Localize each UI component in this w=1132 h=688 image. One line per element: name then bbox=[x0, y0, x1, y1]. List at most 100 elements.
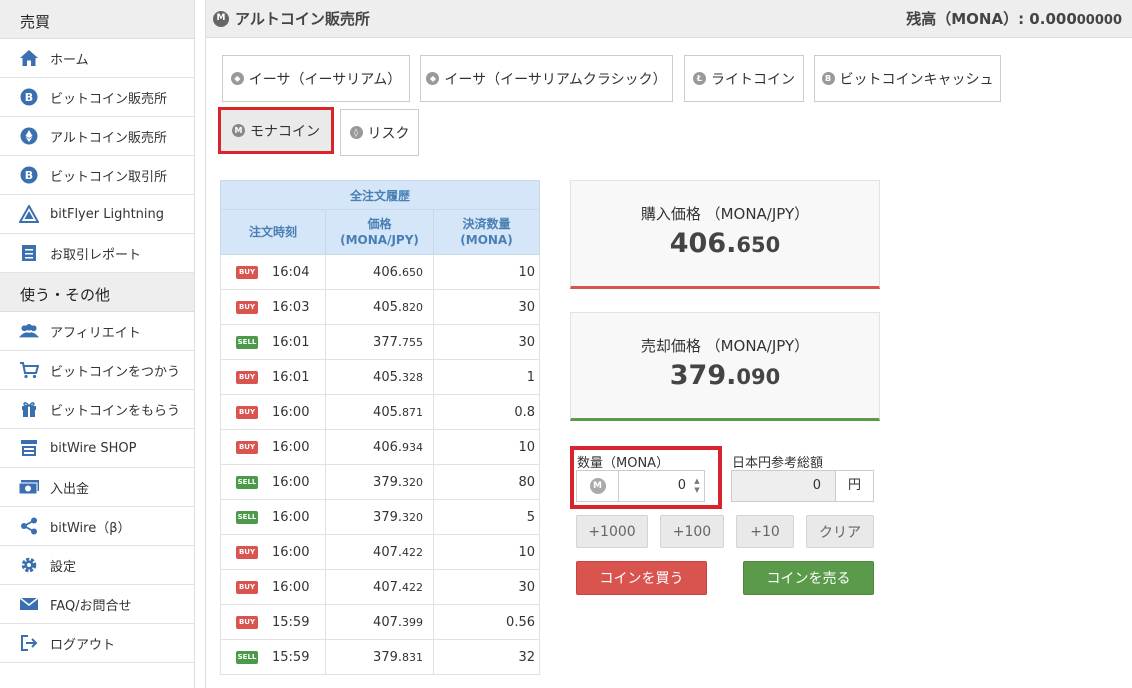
clear-button[interactable]: クリア bbox=[806, 515, 874, 548]
tab-ethereum-classic[interactable]: ◆ イーサ（イーサリアムクラシック） bbox=[420, 55, 673, 102]
order-price-frac: 320 bbox=[402, 475, 423, 489]
sell-price-value: 379.090 bbox=[571, 360, 879, 391]
users-icon bbox=[18, 320, 40, 342]
table-row: SELL 16:01 377.755 30 bbox=[220, 324, 540, 360]
col-time-label: 注文時刻 bbox=[248, 225, 297, 239]
order-price-int: 406. bbox=[373, 439, 402, 455]
tab-bitcoin-cash[interactable]: B ビットコインキャッシュ bbox=[814, 55, 1001, 102]
home-icon bbox=[18, 47, 40, 69]
sidebar-item-logout[interactable]: ログアウト bbox=[0, 624, 194, 663]
tab-ethereum[interactable]: ◆ イーサ（イーサリアム） bbox=[222, 55, 410, 102]
bitcoin-icon: B bbox=[18, 164, 40, 186]
buy-price-int: 406. bbox=[669, 228, 737, 259]
order-price-cell: 379.320 bbox=[325, 499, 434, 535]
sidebar-item-lightning[interactable]: bitFlyer Lightning bbox=[0, 195, 194, 234]
sell-coin-button[interactable]: コインを売る bbox=[743, 561, 874, 595]
tab-label: イーサ（イーサリアムクラシック） bbox=[444, 71, 667, 88]
order-time-cell: BUY 16:00 bbox=[220, 429, 326, 465]
quantity-stepper[interactable]: M 0 ▲ ▼ bbox=[576, 470, 705, 502]
plus-10-button[interactable]: +10 bbox=[736, 515, 794, 548]
ethereum-icon bbox=[18, 125, 40, 147]
order-price-frac: 328 bbox=[402, 370, 423, 384]
tab-label: ライトコイン bbox=[711, 71, 795, 88]
tab-litecoin[interactable]: Ł ライトコイン bbox=[684, 55, 804, 102]
table-row: BUY 15:59 407.399 0.56 bbox=[220, 604, 540, 640]
order-time-cell: BUY 15:59 bbox=[220, 604, 326, 640]
order-qty: 32 bbox=[433, 639, 540, 675]
order-price-cell: 407.422 bbox=[325, 534, 434, 570]
order-time-cell: BUY 16:00 bbox=[220, 569, 326, 605]
sidebar-item-home[interactable]: ホーム bbox=[0, 39, 194, 78]
sidebar-item-bitwire-shop[interactable]: bitWire SHOP bbox=[0, 429, 194, 468]
monacoin-icon: M bbox=[213, 10, 229, 27]
spin-down-icon[interactable]: ▼ bbox=[694, 486, 699, 495]
col-qty-label: 決済数量 bbox=[462, 217, 511, 231]
buy-price-label: 購入価格 （MONA/JPY） bbox=[640, 205, 810, 223]
sidebar-item-deposit-withdraw[interactable]: 入出金 bbox=[0, 468, 194, 507]
jpy-unit: 円 bbox=[835, 471, 873, 501]
sidebar-item-label: ビットコイン取引所 bbox=[50, 169, 168, 185]
spin-up-icon[interactable]: ▲ bbox=[694, 477, 699, 486]
order-time-cell: BUY 16:00 bbox=[220, 394, 326, 430]
order-qty: 30 bbox=[433, 324, 540, 360]
sidebar-item-faq[interactable]: FAQ/お問合せ bbox=[0, 585, 194, 624]
side-badge: SELL bbox=[236, 475, 258, 489]
page-title: アルトコイン販売所 bbox=[235, 10, 370, 28]
plus-1000-button[interactable]: +1000 bbox=[576, 515, 648, 548]
sidebar-item-settings[interactable]: 設定 bbox=[0, 546, 194, 585]
sidebar-item-label: 入出金 bbox=[50, 481, 90, 497]
sell-price-frac: 090 bbox=[736, 365, 781, 389]
quantity-input[interactable]: 0 bbox=[619, 471, 690, 501]
money-icon bbox=[18, 476, 40, 498]
order-history-table: 全注文履歴 注文時刻 価格 (MONA/JPY) 決済数量 (MONA) BUY 16… bbox=[220, 180, 540, 675]
order-qty: 30 bbox=[433, 289, 540, 325]
order-price-frac: 650 bbox=[402, 265, 423, 279]
table-row: SELL 15:59 379.831 32 bbox=[220, 639, 540, 675]
sidebar: 売買 ホーム B ビットコイン販売所 アルトコイン販売所 B ビットコイン取引所… bbox=[0, 0, 195, 688]
order-qty: 1 bbox=[433, 359, 540, 395]
gear-icon bbox=[18, 554, 40, 576]
order-qty: 80 bbox=[433, 464, 540, 500]
sidebar-item-bitwire[interactable]: bitWire（β） bbox=[0, 507, 194, 546]
quantity-spinner[interactable]: ▲ ▼ bbox=[690, 471, 704, 501]
order-price-frac: 399 bbox=[402, 615, 423, 629]
order-time-cell: SELL 16:00 bbox=[220, 499, 326, 535]
balance-small: 00000 bbox=[1076, 13, 1122, 28]
order-time-cell: SELL 16:00 bbox=[220, 464, 326, 500]
order-price-int: 379. bbox=[373, 509, 402, 525]
sidebar-item-affiliate[interactable]: アフィリエイト bbox=[0, 312, 194, 351]
col-time: 注文時刻 bbox=[220, 209, 326, 255]
tab-lisk[interactable]: ◊ リスク bbox=[340, 109, 419, 156]
table-row: BUY 16:00 407.422 30 bbox=[220, 569, 540, 605]
mail-icon bbox=[18, 593, 40, 615]
sidebar-item-report[interactable]: お取引レポート bbox=[0, 234, 194, 273]
sidebar-item-bitcoin-exchange[interactable]: B ビットコイン取引所 bbox=[0, 156, 194, 195]
col-price-label: 価格 bbox=[367, 217, 392, 231]
table-row: BUY 16:03 405.820 30 bbox=[220, 289, 540, 325]
sidebar-item-use-bitcoin[interactable]: ビットコインをつかう bbox=[0, 351, 194, 390]
sidebar-item-altcoin-shop[interactable]: アルトコイン販売所 bbox=[0, 117, 194, 156]
order-time-cell: BUY 16:03 bbox=[220, 289, 326, 325]
side-badge: BUY bbox=[236, 615, 258, 629]
order-price-cell: 406.650 bbox=[325, 254, 434, 290]
sidebar-item-get-bitcoin[interactable]: ビットコインをもらう bbox=[0, 390, 194, 429]
table-row: SELL 16:00 379.320 5 bbox=[220, 499, 540, 535]
side-badge: SELL bbox=[236, 650, 258, 664]
side-badge: BUY bbox=[236, 405, 258, 419]
side-badge: BUY bbox=[236, 545, 258, 559]
gift-icon bbox=[18, 398, 40, 420]
lisk-icon: ◊ bbox=[349, 126, 363, 139]
sidebar-item-label: お取引レポート bbox=[50, 247, 142, 263]
order-price-frac: 934 bbox=[402, 440, 423, 454]
sidebar-section-other: 使う・その他 bbox=[0, 273, 194, 312]
plus-100-button[interactable]: +100 bbox=[660, 515, 724, 548]
table-caption: 全注文履歴 bbox=[220, 180, 540, 210]
sidebar-item-label: bitFlyer Lightning bbox=[50, 206, 165, 222]
shop-icon bbox=[18, 437, 40, 459]
tab-monacoin[interactable]: M モナコイン bbox=[218, 107, 334, 154]
logout-icon bbox=[18, 632, 40, 654]
sidebar-item-bitcoin-shop[interactable]: B ビットコイン販売所 bbox=[0, 78, 194, 117]
order-price-frac: 755 bbox=[402, 335, 423, 349]
buy-coin-button[interactable]: コインを買う bbox=[576, 561, 707, 595]
sidebar-item-label: アルトコイン販売所 bbox=[50, 130, 167, 146]
